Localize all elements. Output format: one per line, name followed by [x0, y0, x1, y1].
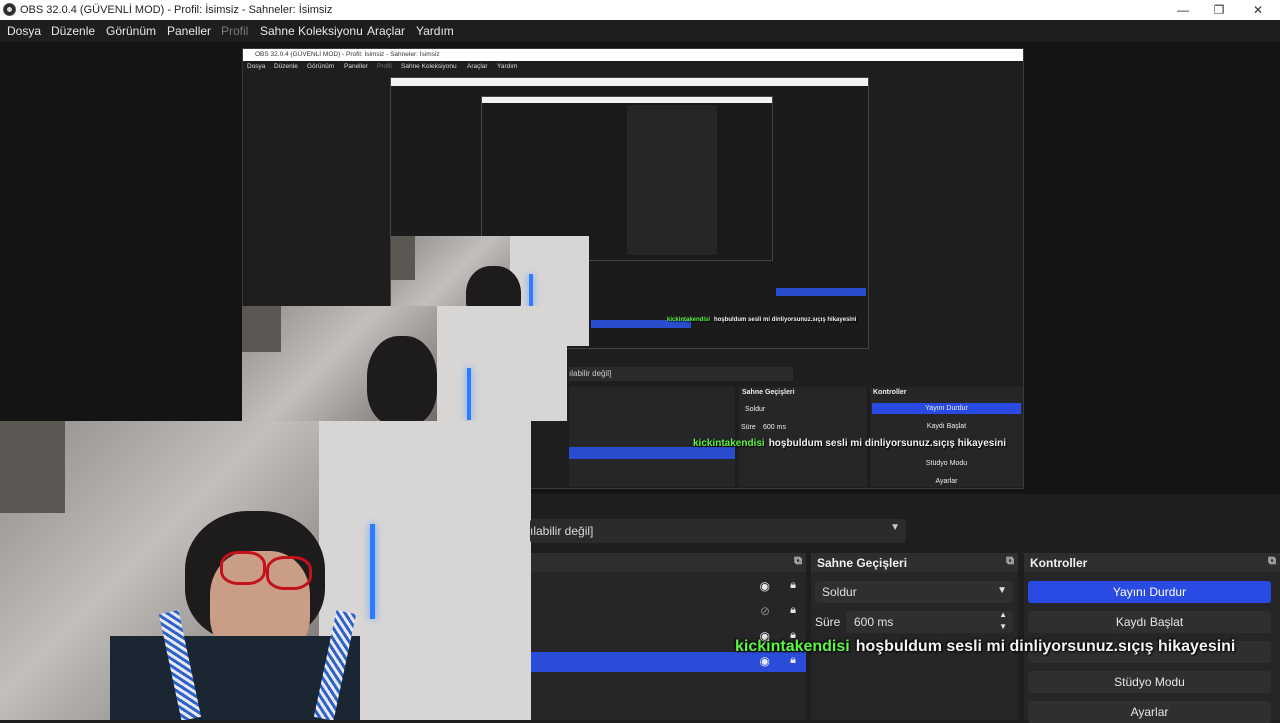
cam-glasses-right: [266, 556, 312, 590]
undock-icon[interactable]: ⧉: [794, 555, 802, 568]
lock-icon[interactable]: 🔒︎: [790, 604, 796, 617]
transitions-title: Sahne Geçişleri: [817, 556, 908, 570]
nested-capture-3: [627, 105, 717, 255]
spin-up-icon[interactable]: ▲: [999, 610, 1007, 619]
inner-menu-profil: Profil: [377, 63, 392, 70]
cam-poster: [0, 421, 65, 513]
inner-menu-paneller: Paneller: [344, 63, 368, 70]
inner-duration-label: Süre: [741, 424, 756, 431]
scene-select[interactable]: ılabilir değil] ▼: [530, 519, 906, 543]
duration-value: 600 ms: [854, 615, 894, 629]
menu-paneller[interactable]: Paneller: [167, 24, 211, 38]
menu-bar: Dosya Düzenle Görünüm Paneller Profil Sa…: [0, 20, 1280, 42]
transitions-dock: Sahne Geçişleri ⧉ Soldur ▼ Süre 600 ms ▲…: [811, 553, 1018, 720]
inner-menu-araclar: Araçlar: [467, 63, 488, 70]
cam-door: [437, 306, 567, 421]
inner-duration-value: 600 ms: [763, 424, 786, 431]
inner-menu-yardim: Yardım: [497, 63, 518, 70]
inner-menu-gorunum: Görünüm: [307, 63, 335, 70]
minimize-button[interactable]: —: [1163, 0, 1203, 20]
transitions-dock-header: Sahne Geçişleri ⧉: [811, 553, 1018, 572]
studio-mode-button[interactable]: Stüdyo Modu: [1028, 671, 1271, 693]
sources-dock: ⧉ ◉ 🔒︎ ⊘ 🔒︎ ◉ 🔒︎ ◉ 🔒︎: [531, 553, 806, 720]
stop-stream-button[interactable]: Yayını Durdur: [1028, 581, 1271, 603]
inner-menu-dosya: Dosya: [247, 63, 266, 70]
duration-label: Süre: [815, 615, 841, 629]
menu-yardim[interactable]: Yardım: [416, 24, 454, 38]
obs-logo-icon: [3, 3, 16, 16]
eye-icon[interactable]: ◉: [760, 579, 770, 593]
inner-transitions-title: Sahne Geçişleri: [742, 389, 795, 396]
eye-icon[interactable]: ◉: [760, 654, 770, 668]
transition-type-select[interactable]: Soldur ▼: [815, 581, 1013, 603]
inner-chat-overlay-2: kickintakendisi hoşbuldum sesli mi dinliy…: [667, 317, 856, 323]
inner-chat-overlay: kickintakendisi hoşbuldum sesli mi dinliy…: [693, 438, 1006, 449]
window-title: OBS 32.0.4 (GÜVENLİ MOD) - Profil: İsims…: [20, 4, 333, 16]
undock-icon[interactable]: ⧉: [1268, 555, 1276, 568]
scene-select-value: ılabilir değil]: [530, 524, 594, 538]
inner-title-bar: OBS 32.0.4 (GÜVENLİ MOD) - Profil: İsims…: [243, 49, 1023, 61]
nested-title-bar: [391, 78, 868, 86]
webcam-capture-large: [0, 421, 531, 720]
undock-icon[interactable]: ⧉: [1006, 555, 1014, 568]
chat-overlay: kickintakendisi hoşbuldum sesli mi dinliy…: [735, 638, 1235, 656]
inner-start-record: Kaydı Başlat: [926, 423, 967, 430]
inner-window-title: OBS 32.0.4 (GÜVENLİ MOD) - Profil: İsims…: [255, 51, 440, 58]
cam-light: [467, 368, 471, 420]
menu-gorunum[interactable]: Görünüm: [106, 24, 156, 38]
chevron-down-icon: ▼: [997, 585, 1007, 596]
inner-scene-text: ılabilir değil]: [569, 369, 612, 378]
duration-spinbox[interactable]: 600 ms ▲ ▼: [846, 610, 1013, 633]
chat-message: hoşbuldum sesli mi dinliyorsunuz.sıçış h…: [855, 638, 1236, 655]
controls-dock: Kontroller ⧉ Yayını Durdur Kaydı Başlat …: [1024, 553, 1280, 723]
nested-title-bar-2: [482, 97, 772, 103]
inner-sources-dock: [569, 387, 735, 487]
inner-controls-dock: Kontroller Yayını Durdur Kaydı Başlat St…: [870, 387, 1023, 487]
inner-transition-type: Soldur: [745, 406, 766, 413]
cam-light: [370, 524, 375, 619]
inner-chat-user-2: kickintakendisi: [667, 317, 711, 323]
maximize-button[interactable]: ❐: [1199, 0, 1239, 20]
eye-hidden-icon[interactable]: ⊘: [760, 604, 770, 618]
menu-profil[interactable]: Profil: [221, 24, 248, 38]
inner-transitions-dock: Sahne Geçişleri Soldur Süre 600 ms: [739, 387, 867, 487]
source-row[interactable]: ⊘ 🔒︎: [531, 602, 806, 622]
inner-stop-stream: Yayını Durdur: [872, 403, 1021, 414]
inner-chat-message-2: hoşbuldum sesli mi dinliyorsunuz.sıçış h…: [714, 317, 857, 323]
cam-light: [529, 274, 533, 309]
cam-poster: [242, 306, 281, 352]
inner-menu-bar: Dosya Düzenle Görünüm Paneller Profil Sa…: [243, 61, 1023, 73]
inner-chat-user: kickintakendisi: [693, 438, 765, 449]
cam-poster: [391, 236, 415, 280]
inner-menu-duzenle: Düzenle: [274, 63, 298, 70]
menu-duzenle[interactable]: Düzenle: [51, 24, 95, 38]
start-recording-button[interactable]: Kaydı Başlat: [1028, 611, 1271, 633]
nested-stop-button: [776, 288, 866, 296]
chevron-down-icon: ▼: [890, 522, 900, 533]
close-button[interactable]: ✕: [1238, 0, 1278, 20]
transition-type-value: Soldur: [822, 585, 857, 599]
inner-chat-message: hoşbuldum sesli mi dinliyorsunuz.sıçış h…: [768, 438, 1006, 449]
inner-controls-title: Kontroller: [873, 389, 907, 396]
window-title-bar: OBS 32.0.4 (GÜVENLİ MOD) - Profil: İsims…: [0, 0, 1280, 20]
controls-dock-header: Kontroller ⧉: [1024, 553, 1280, 572]
webcam-capture-medium: [242, 306, 567, 421]
inner-menu-sahne: Sahne Koleksiyonu: [401, 63, 457, 70]
inner-settings: Ayarlar: [935, 478, 958, 485]
sources-dock-header: ⧉: [531, 553, 806, 572]
inner-studio-mode: Stüdyo Modu: [925, 460, 968, 467]
controls-title: Kontroller: [1030, 556, 1088, 570]
menu-dosya[interactable]: Dosya: [7, 24, 41, 38]
cam-glasses-left: [220, 551, 266, 585]
cam-person: [367, 336, 437, 421]
menu-araclar[interactable]: Araçlar: [367, 24, 405, 38]
inner-scene-select: ılabilir değil]: [569, 367, 793, 381]
spin-down-icon[interactable]: ▼: [999, 622, 1007, 631]
source-row[interactable]: ◉ 🔒︎: [531, 577, 806, 597]
chat-username: kickintakendisi: [735, 638, 850, 655]
menu-sahne-koleksiyonu[interactable]: Sahne Koleksiyonu: [260, 24, 363, 38]
lock-icon[interactable]: 🔒︎: [790, 579, 796, 592]
